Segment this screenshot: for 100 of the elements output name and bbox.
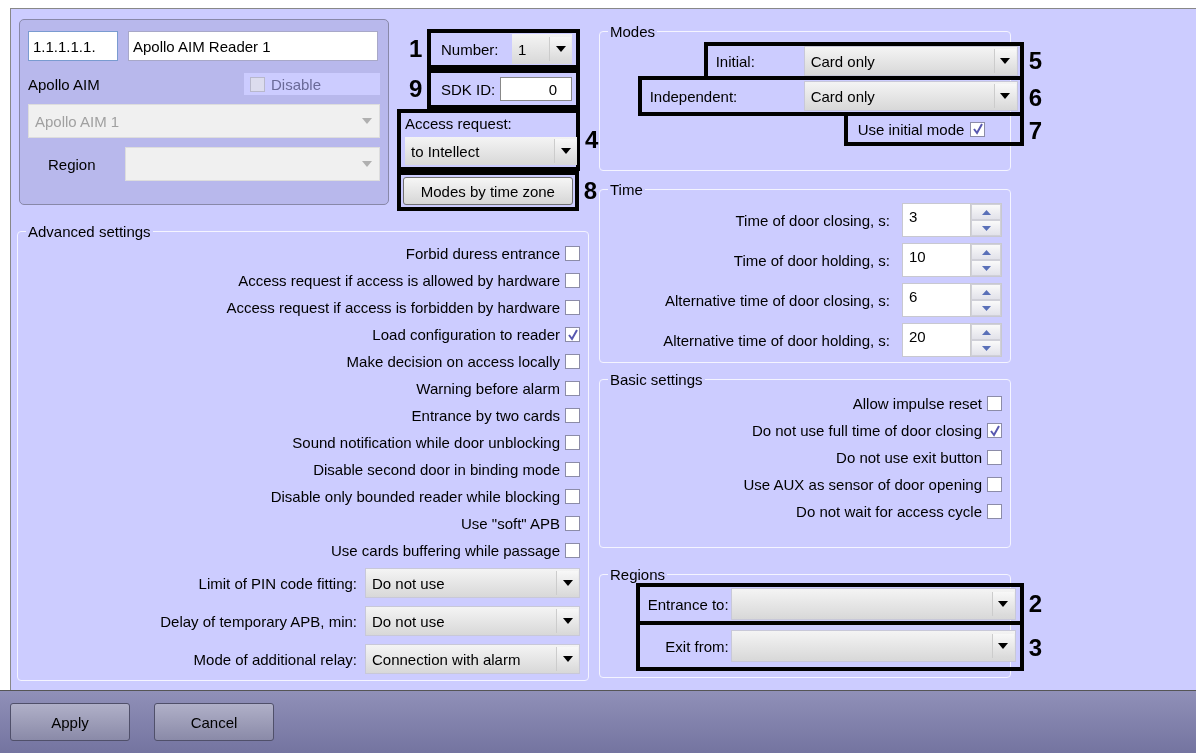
caret-icon[interactable] bbox=[991, 634, 1014, 658]
spin-down-button[interactable] bbox=[971, 340, 1001, 356]
checkbox-label: Access request if access is forbidden by hardware bbox=[226, 299, 560, 316]
checkbox[interactable] bbox=[565, 327, 580, 342]
dropdown[interactable]: Card only bbox=[803, 81, 1018, 111]
group-title: Time bbox=[609, 181, 644, 198]
checkbox[interactable] bbox=[987, 504, 1002, 519]
down-arrow-icon bbox=[981, 265, 991, 271]
up-arrow-icon bbox=[981, 249, 991, 255]
checkbox[interactable] bbox=[565, 273, 580, 288]
up-arrow-icon bbox=[981, 289, 991, 295]
spin-up-button[interactable] bbox=[971, 244, 1001, 260]
callout-number: 7 bbox=[1028, 119, 1042, 143]
down-arrow-icon bbox=[981, 345, 991, 351]
caret-icon[interactable] bbox=[991, 592, 1014, 616]
spin-up-button[interactable] bbox=[971, 284, 1001, 300]
sdk-id-field[interactable]: 0 bbox=[500, 77, 572, 101]
checkbox[interactable] bbox=[987, 450, 1002, 465]
checkbox[interactable] bbox=[565, 516, 580, 531]
checkbox-label: Do not wait for access cycle bbox=[796, 503, 982, 520]
dropdown[interactable]: Do not use bbox=[365, 606, 580, 636]
spin-down-button[interactable] bbox=[971, 300, 1001, 316]
checkbox-label: Do not use exit button bbox=[836, 449, 982, 466]
sdk-id-label: SDK ID: bbox=[441, 80, 496, 98]
group-title: Basic settings bbox=[609, 371, 704, 388]
callout-number: 1 bbox=[408, 37, 424, 61]
checkbox[interactable] bbox=[565, 354, 580, 369]
checkbox-label: Do not use full time of door closing bbox=[751, 422, 982, 439]
dropdown[interactable]: to Intellect bbox=[405, 137, 577, 165]
checkbox-label: Use AUX as sensor of door opening bbox=[743, 476, 982, 493]
name-field[interactable]: Apollo AIM Reader 1 bbox=[128, 31, 378, 61]
checkbox[interactable] bbox=[565, 246, 580, 261]
spin-field[interactable]: 10 bbox=[902, 243, 1002, 277]
callout-number: 4 bbox=[585, 128, 599, 152]
number-label: Number: bbox=[441, 40, 499, 58]
checkbox[interactable] bbox=[987, 423, 1002, 438]
checkbox[interactable] bbox=[565, 462, 580, 477]
mode-label: Initial: bbox=[715, 52, 755, 70]
dropdown-label: Limit of PIN code fitting: bbox=[198, 574, 357, 592]
field-label: Time of door closing, s: bbox=[735, 211, 890, 229]
spin-down-button[interactable] bbox=[971, 260, 1001, 276]
dropdown[interactable]: 1 bbox=[512, 34, 572, 64]
region-label: Region bbox=[47, 155, 97, 173]
spin-up-button[interactable] bbox=[971, 204, 1001, 220]
dialog-button[interactable]: Cancel bbox=[154, 703, 274, 741]
checkbox[interactable] bbox=[565, 435, 580, 450]
checkbox[interactable] bbox=[565, 408, 580, 423]
checkbox-label: Access request if access is allowed by hardware bbox=[238, 272, 560, 289]
mode-label: Independent: bbox=[649, 87, 738, 105]
field-label: Entrance to: bbox=[646, 595, 730, 613]
checkbox-label: Forbid duress entrance bbox=[405, 245, 560, 262]
down-arrow-icon bbox=[981, 305, 991, 311]
checkbox[interactable] bbox=[970, 121, 986, 137]
up-arrow-icon bbox=[981, 209, 991, 215]
checkbox-label: Make decision on access locally bbox=[346, 353, 560, 370]
dialog-button[interactable]: Apply bbox=[10, 703, 130, 741]
dropdown[interactable]: Card only bbox=[803, 46, 1018, 76]
caret-icon[interactable] bbox=[556, 647, 578, 671]
spin-field[interactable]: 20 bbox=[902, 323, 1002, 357]
modes-by-time-zone-button[interactable]: Modes by time zone bbox=[403, 177, 573, 205]
dropdown[interactable]: Connection with alarm bbox=[365, 644, 580, 674]
up-arrow-icon bbox=[981, 329, 991, 335]
device-type-label: Apollo AIM bbox=[28, 75, 100, 93]
checkbox[interactable] bbox=[987, 477, 1002, 492]
checkbox-label: Use initial mode bbox=[857, 120, 965, 138]
dropdown-label: Mode of additional relay: bbox=[193, 650, 357, 668]
field-label: Time of door holding, s: bbox=[733, 251, 890, 269]
caret-icon[interactable] bbox=[993, 49, 1016, 73]
spin-down-button[interactable] bbox=[971, 220, 1001, 236]
caret-icon[interactable] bbox=[556, 571, 578, 595]
spin-field[interactable]: 6 bbox=[902, 283, 1002, 317]
checkbox-label: Disable second door in binding mode bbox=[313, 461, 560, 478]
checkbox[interactable] bbox=[565, 489, 580, 504]
caret-icon[interactable] bbox=[554, 139, 576, 163]
checkbox[interactable] bbox=[565, 381, 580, 396]
callout-number: 5 bbox=[1028, 49, 1042, 73]
dropdown[interactable]: Do not use bbox=[365, 568, 580, 598]
down-arrow-icon bbox=[981, 225, 991, 231]
field-label: Alternative time of door closing, s: bbox=[664, 291, 890, 309]
checkbox[interactable] bbox=[565, 300, 580, 315]
checkbox[interactable] bbox=[565, 543, 580, 558]
dropdown-label: Delay of temporary APB, min: bbox=[160, 612, 357, 630]
spin-up-button[interactable] bbox=[971, 324, 1001, 340]
callout-number: 6 bbox=[1028, 86, 1042, 110]
callout-number: 9 bbox=[408, 77, 424, 101]
checkbox-label: Disable only bounded reader while blocking bbox=[270, 488, 560, 505]
caret-icon[interactable] bbox=[549, 37, 571, 61]
caret-icon[interactable] bbox=[993, 84, 1016, 108]
checkbox-label: Load configuration to reader bbox=[372, 326, 560, 343]
caret-icon[interactable] bbox=[556, 609, 578, 633]
spin-field[interactable]: 3 bbox=[902, 203, 1002, 237]
checkbox-label: Warning before alarm bbox=[416, 380, 560, 397]
address-field[interactable]: 1.1.1.1.1. bbox=[28, 31, 118, 61]
access-request-label: Access request: bbox=[405, 115, 512, 132]
checkbox-label: Use cards buffering while passage bbox=[330, 542, 560, 559]
checkbox-label: Sound notification while door unblocking bbox=[292, 434, 560, 451]
callout-number: 2 bbox=[1028, 592, 1042, 616]
group-title: Advanced settings bbox=[27, 223, 152, 240]
checkbox[interactable] bbox=[987, 396, 1002, 411]
field-label: Exit from: bbox=[664, 637, 730, 655]
